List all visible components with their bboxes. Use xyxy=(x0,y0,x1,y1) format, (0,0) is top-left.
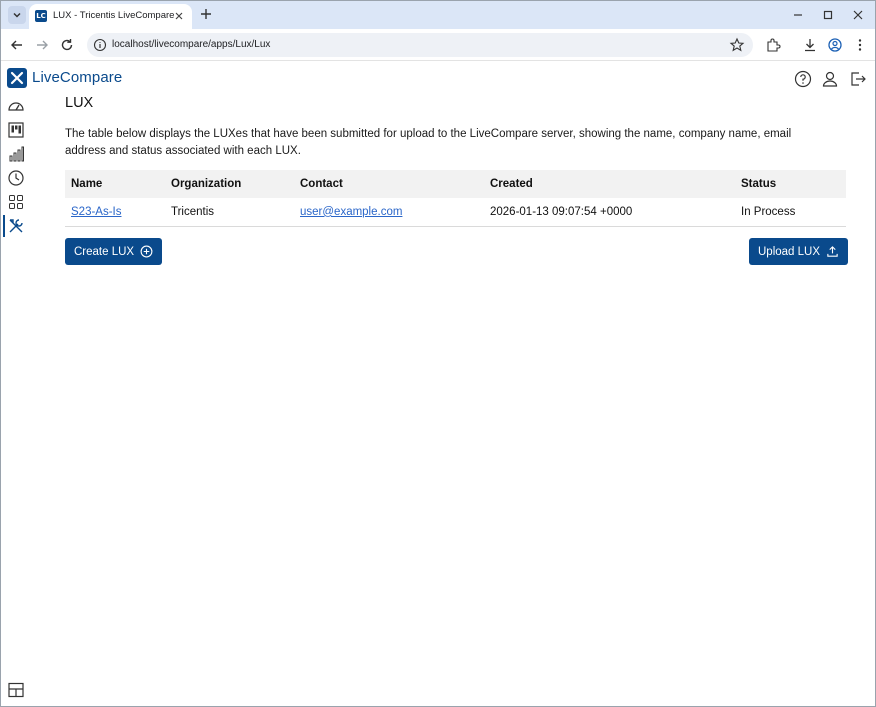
more-menu-icon[interactable] xyxy=(852,37,868,53)
contact-email-link[interactable]: user@example.com xyxy=(300,206,402,218)
history-clock-icon[interactable] xyxy=(7,169,25,187)
user-icon[interactable] xyxy=(821,70,839,88)
profile-icon[interactable] xyxy=(827,37,843,53)
cell-organization: Tricentis xyxy=(165,198,294,227)
address-bar[interactable]: localhost/livecompare/apps/Lux/Lux xyxy=(87,33,753,57)
livecompare-favicon: LC xyxy=(35,10,47,22)
logout-icon[interactable] xyxy=(849,70,867,88)
page-description: The table below displays the LUXes that … xyxy=(65,128,792,157)
window-close-icon[interactable] xyxy=(850,7,866,23)
upload-icon xyxy=(827,246,838,257)
kanban-icon[interactable] xyxy=(7,121,25,139)
active-nav-indicator xyxy=(3,215,5,237)
help-icon[interactable] xyxy=(794,70,812,88)
page-title: LUX xyxy=(65,95,94,111)
chevron-down-icon xyxy=(13,12,21,18)
table-header-row: Name Organization Contact Created Status xyxy=(65,170,846,198)
reload-icon[interactable] xyxy=(59,37,75,53)
plus-circle-icon xyxy=(140,245,153,258)
maximize-icon[interactable] xyxy=(820,7,836,23)
column-header-status[interactable]: Status xyxy=(735,170,846,198)
dashboard-icon[interactable] xyxy=(7,97,25,115)
back-arrow-icon[interactable] xyxy=(9,37,25,53)
tab-title: LUX - Tricentis LiveCompare xyxy=(53,10,175,21)
cell-contact: user@example.com xyxy=(294,198,484,227)
table-row: S23-As-Is Tricentis user@example.com 202… xyxy=(65,198,846,227)
url-text: localhost/livecompare/apps/Lux/Lux xyxy=(112,39,271,50)
column-header-created[interactable]: Created xyxy=(484,170,735,198)
create-lux-label: Create LUX xyxy=(74,245,135,258)
browser-window: LC LUX - Tricentis LiveCompare localhost… xyxy=(0,0,876,707)
bar-chart-icon[interactable] xyxy=(7,145,25,163)
tab-search-button[interactable] xyxy=(8,6,26,24)
apps-grid-icon[interactable] xyxy=(7,193,25,211)
browser-toolbar: localhost/livecompare/apps/Lux/Lux xyxy=(1,29,875,61)
layout-toggle-icon[interactable] xyxy=(7,681,25,699)
tools-icon[interactable] xyxy=(7,217,25,235)
app-logo-text[interactable]: LiveCompare xyxy=(32,69,122,86)
lux-table: Name Organization Contact Created Status… xyxy=(65,170,846,227)
download-icon[interactable] xyxy=(802,37,818,53)
cell-created: 2026-01-13 09:07:54 +0000 xyxy=(484,198,735,227)
sidebar-nav xyxy=(1,95,31,706)
close-icon[interactable] xyxy=(172,9,186,23)
column-header-name[interactable]: Name xyxy=(65,170,165,198)
upload-lux-label: Upload LUX xyxy=(758,245,821,258)
cell-status: In Process xyxy=(735,198,846,227)
new-tab-plus-icon[interactable] xyxy=(198,6,214,22)
forward-arrow-icon[interactable] xyxy=(34,37,50,53)
app-header: LiveCompare xyxy=(1,62,875,94)
cell-name: S23-As-Is xyxy=(65,198,165,227)
column-header-organization[interactable]: Organization xyxy=(165,170,294,198)
browser-tab-active[interactable]: LC LUX - Tricentis LiveCompare xyxy=(29,4,192,29)
site-info-icon[interactable] xyxy=(93,38,107,52)
minimize-icon[interactable] xyxy=(790,7,806,23)
column-header-contact[interactable]: Contact xyxy=(294,170,484,198)
bookmark-star-icon[interactable] xyxy=(729,37,745,53)
tab-strip: LC LUX - Tricentis LiveCompare xyxy=(1,1,875,29)
lux-name-link[interactable]: S23-As-Is xyxy=(71,206,122,218)
extensions-puzzle-icon[interactable] xyxy=(765,37,781,53)
create-lux-button[interactable]: Create LUX xyxy=(65,238,163,265)
livecompare-logo-icon xyxy=(7,68,27,88)
upload-lux-button[interactable]: Upload LUX xyxy=(749,238,849,265)
